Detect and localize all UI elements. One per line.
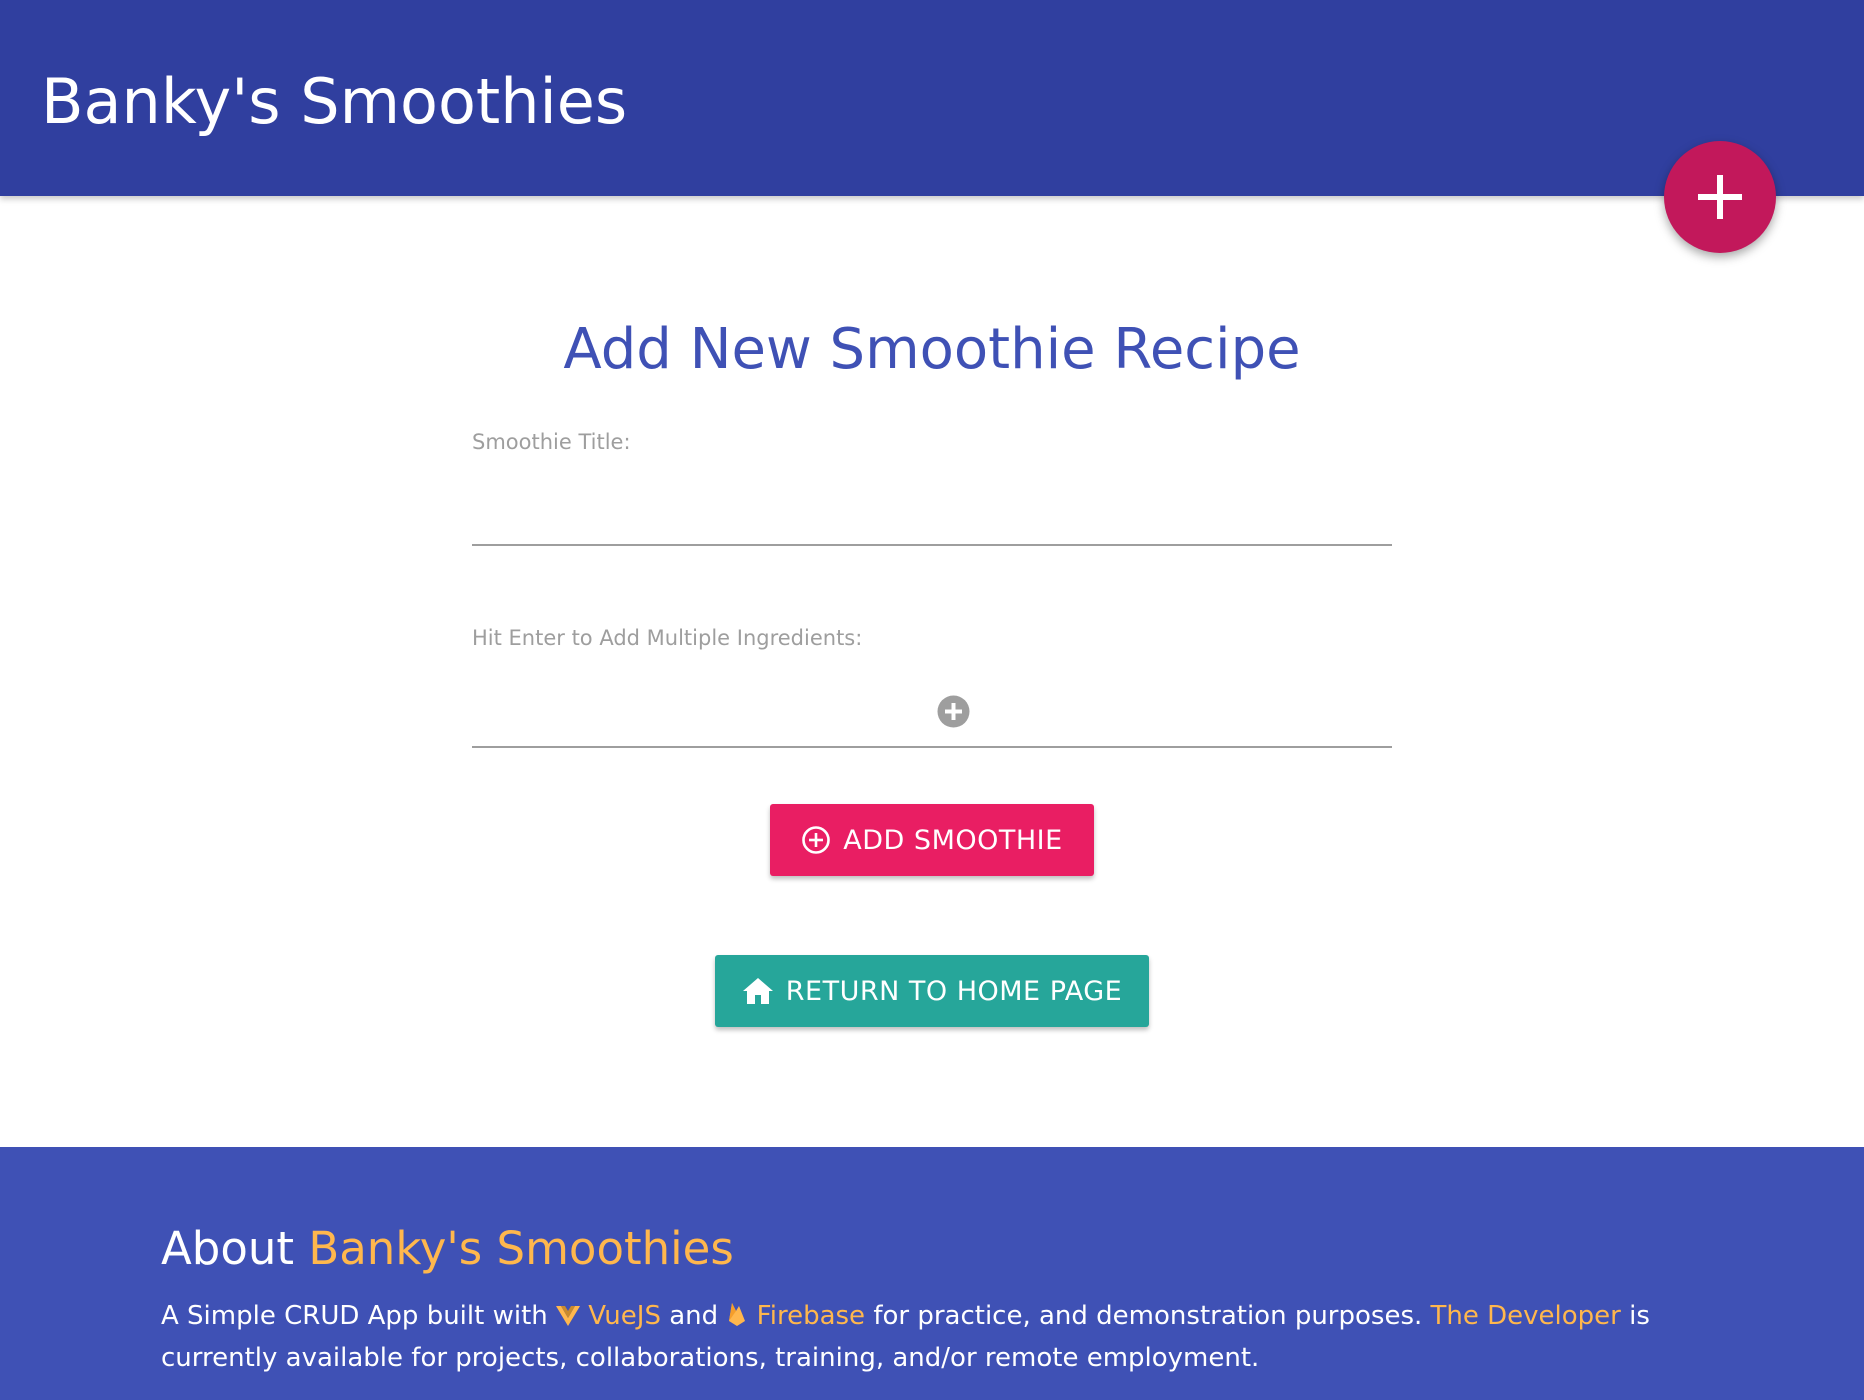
footer-description: A Simple CRUD App built with VueJS and F… bbox=[161, 1295, 1721, 1379]
return-home-button[interactable]: RETURN TO HOME PAGE bbox=[715, 955, 1149, 1027]
navbar: Banky's Smoothies bbox=[0, 0, 1864, 196]
footer-text-3: for practice, and demonstration purposes… bbox=[865, 1301, 1431, 1331]
vue-logo-icon bbox=[556, 1306, 581, 1326]
footer-title: About Banky's Smoothies bbox=[161, 1219, 734, 1279]
brand-logo-text[interactable]: Banky's Smoothies bbox=[41, 62, 627, 142]
add-circle-icon[interactable] bbox=[937, 695, 970, 728]
add-smoothie-fab[interactable] bbox=[1664, 141, 1776, 253]
firebase-link[interactable]: Firebase bbox=[757, 1301, 865, 1331]
ingredient-input[interactable] bbox=[472, 700, 1392, 748]
footer-title-prefix: About bbox=[161, 1222, 309, 1275]
home-icon bbox=[742, 978, 773, 1004]
vuejs-link[interactable]: VueJS bbox=[588, 1301, 661, 1331]
developer-link[interactable]: The Developer bbox=[1431, 1301, 1621, 1331]
footer-text-1: A Simple CRUD App built with bbox=[161, 1301, 557, 1331]
footer: About Banky's Smoothies A Simple CRUD Ap… bbox=[0, 1147, 1864, 1400]
add-smoothie-button[interactable]: ADD SMOOTHIE bbox=[770, 804, 1094, 876]
return-home-button-label: RETURN TO HOME PAGE bbox=[785, 975, 1123, 1007]
page-title: Add New Smoothie Recipe bbox=[563, 317, 1301, 382]
footer-text-2: and bbox=[660, 1301, 727, 1331]
smoothie-title-label: Smoothie Title: bbox=[472, 430, 631, 454]
ingredients-label: Hit Enter to Add Multiple Ingredients: bbox=[472, 626, 863, 650]
smoothie-title-input[interactable] bbox=[472, 500, 1392, 546]
plus-icon bbox=[1698, 175, 1742, 219]
footer-title-highlight: Banky's Smoothies bbox=[308, 1222, 734, 1275]
add-circle-outline-icon bbox=[802, 826, 831, 854]
firebase-flame-icon bbox=[729, 1303, 746, 1326]
add-smoothie-button-label: ADD SMOOTHIE bbox=[843, 824, 1063, 856]
